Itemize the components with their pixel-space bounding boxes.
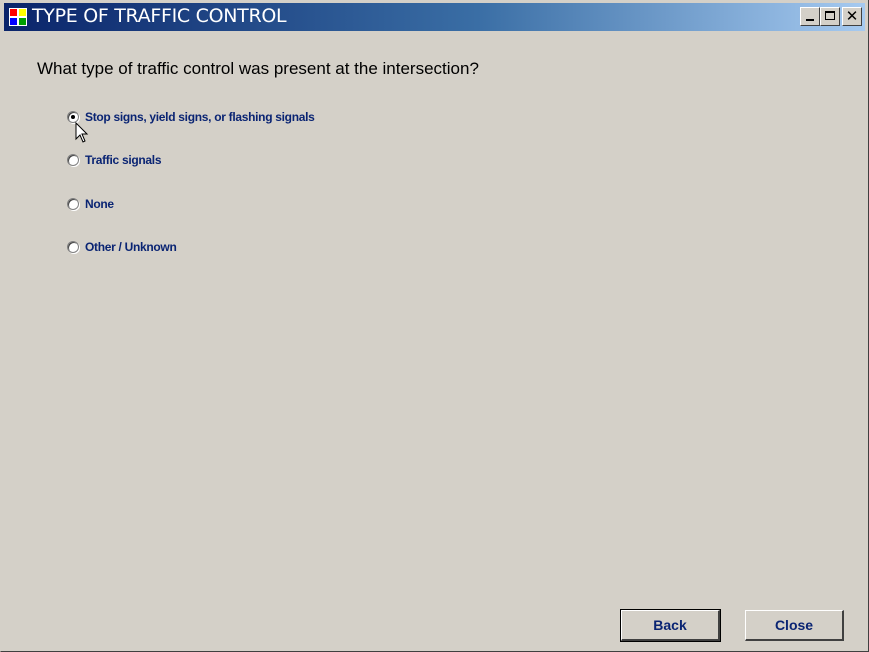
close-window-button[interactable]: ✕ (842, 7, 862, 26)
radio-button-traffic-signals[interactable] (67, 154, 79, 166)
mouse-cursor-icon (75, 122, 89, 143)
window-controls: ✕ (800, 7, 862, 27)
minimize-button[interactable] (800, 7, 820, 26)
maximize-icon (825, 11, 835, 20)
radio-selected-dot (71, 115, 75, 119)
title-bar[interactable]: TYPE OF TRAFFIC CONTROL ✕ (4, 3, 865, 31)
option-other-unknown[interactable]: Other / Unknown (67, 239, 177, 255)
option-label[interactable]: Stop signs, yield signs, or flashing sig… (85, 110, 315, 124)
app-icon[interactable] (9, 8, 27, 26)
close-button[interactable]: Close (745, 610, 844, 641)
close-icon: ✕ (845, 7, 859, 25)
option-label[interactable]: Other / Unknown (85, 240, 177, 254)
option-traffic-signals[interactable]: Traffic signals (67, 152, 162, 168)
back-button[interactable]: Back (620, 609, 721, 642)
radio-button-other-unknown[interactable] (67, 241, 79, 253)
option-label[interactable]: None (85, 197, 114, 211)
question-text: What type of traffic control was present… (37, 59, 479, 78)
option-label[interactable]: Traffic signals (85, 153, 162, 167)
window-title: TYPE OF TRAFFIC CONTROL (32, 5, 287, 27)
minimize-icon (806, 19, 814, 21)
maximize-button[interactable] (820, 7, 840, 26)
app-window: TYPE OF TRAFFIC CONTROL ✕ What type of t… (0, 0, 869, 652)
radio-button-none[interactable] (67, 198, 79, 210)
option-none[interactable]: None (67, 196, 114, 212)
option-stop-signs[interactable]: Stop signs, yield signs, or flashing sig… (67, 109, 315, 125)
